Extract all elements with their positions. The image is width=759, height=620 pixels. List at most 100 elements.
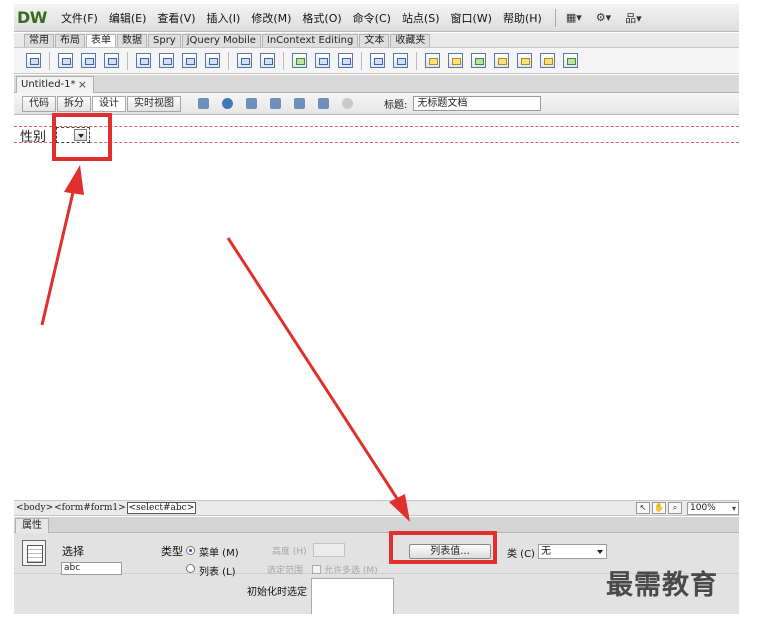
properties-header: 属性 xyxy=(14,517,739,533)
document-tab[interactable]: Untitled-1* × xyxy=(16,76,94,93)
type-list-radio[interactable] xyxy=(186,564,195,573)
selection-label: 选定范围 xyxy=(267,566,304,576)
annotation-highlight-list-values xyxy=(389,531,497,564)
title-label: 标题: xyxy=(384,100,408,111)
visual-aids-icon[interactable] xyxy=(316,97,334,111)
document-title-input[interactable]: 无标题文档 xyxy=(413,96,542,111)
toolbar-separator xyxy=(127,51,128,70)
tag-select[interactable]: <select#abc> xyxy=(126,502,197,514)
code-view-button[interactable]: 代码 xyxy=(22,95,56,112)
form-outline-top xyxy=(14,126,739,127)
zoom-icon[interactable]: ⌕ xyxy=(668,502,682,514)
document-tab-label: Untitled-1* xyxy=(21,79,76,90)
button-icon[interactable] xyxy=(338,53,353,68)
label-icon[interactable] xyxy=(370,53,385,68)
dreamweaver-window: DW 文件(F) 编辑(E) 查看(V) 插入(I) 修改(M) 格式(O) 命… xyxy=(14,4,739,614)
insert-tab-jquery-mobile[interactable]: jQuery Mobile xyxy=(181,34,261,47)
menu-modify[interactable]: 修改(M) xyxy=(251,10,291,26)
menu-format[interactable]: 格式(O) xyxy=(302,10,341,26)
jump-menu-icon[interactable] xyxy=(260,53,275,68)
allow-multiple-checkbox xyxy=(312,565,321,574)
type-menu-label: 菜单 (M) xyxy=(199,548,239,559)
gear-icon[interactable]: ⚙▾ xyxy=(596,11,611,24)
initial-selected-label: 初始化时选定 xyxy=(247,587,307,598)
checkbox-icon[interactable] xyxy=(136,53,151,68)
form-icon[interactable] xyxy=(26,53,41,68)
type-menu-radio[interactable] xyxy=(186,546,195,555)
menu-edit[interactable]: 编辑(E) xyxy=(109,10,147,26)
properties-tab[interactable]: 属性 xyxy=(15,518,49,533)
spry-select-icon[interactable] xyxy=(494,53,509,68)
insert-tab-spry[interactable]: Spry xyxy=(148,34,181,47)
textarea-icon[interactable] xyxy=(104,53,119,68)
hand-icon[interactable]: ✋ xyxy=(652,502,666,514)
design-view-button[interactable]: 设计 xyxy=(92,95,126,112)
site-icon[interactable]: 品▾ xyxy=(625,10,642,26)
allow-multiple-label: 允许多选 (M) xyxy=(324,566,378,576)
type-label: 类型 xyxy=(161,545,183,558)
insert-tab-common[interactable]: 常用 xyxy=(24,34,54,47)
menu-separator xyxy=(554,8,556,27)
file-management-icon[interactable] xyxy=(244,97,262,111)
height-label: 高度 (H) xyxy=(272,547,307,557)
preview-browser-icon[interactable] xyxy=(220,97,238,111)
class-select[interactable]: 无 xyxy=(538,544,607,559)
pointer-icon[interactable]: ↖ xyxy=(636,502,650,514)
form-outline-bottom xyxy=(14,142,739,143)
menu-view[interactable]: 查看(V) xyxy=(157,10,195,26)
layout-icon[interactable]: ▦▾ xyxy=(566,11,582,24)
document-tabs: Untitled-1* × xyxy=(14,75,739,93)
insert-tab-data[interactable]: 数据 xyxy=(117,34,147,47)
gender-label: 性别 xyxy=(20,130,47,145)
select-name-input[interactable]: abc xyxy=(61,562,122,575)
insert-panel-tabs: 常用 布局 表单 数据 Spry jQuery Mobile InContext… xyxy=(14,33,739,47)
live-view-button[interactable]: 实时视图 xyxy=(127,95,181,112)
insert-tab-incontext[interactable]: InContext Editing xyxy=(261,34,359,47)
spry-confirm-icon[interactable] xyxy=(540,53,555,68)
tag-form[interactable]: <form#form1> xyxy=(54,503,126,513)
menu-insert[interactable]: 插入(I) xyxy=(207,10,241,26)
refresh-icon[interactable] xyxy=(340,97,358,111)
insert-tab-layout[interactable]: 布局 xyxy=(55,34,85,47)
annotation-highlight-select xyxy=(52,113,112,161)
menu-file[interactable]: 文件(F) xyxy=(61,10,98,26)
image-field-icon[interactable] xyxy=(292,53,307,68)
split-view-button[interactable]: 拆分 xyxy=(57,95,91,112)
checkbox-group-icon[interactable] xyxy=(159,53,174,68)
text-field-icon[interactable] xyxy=(58,53,73,68)
fieldset-icon[interactable] xyxy=(393,53,408,68)
tag-body[interactable]: <body> xyxy=(16,503,53,513)
forms-insert-toolbar xyxy=(14,47,739,74)
menu-commands[interactable]: 命令(C) xyxy=(353,10,391,26)
select-list-icon[interactable] xyxy=(237,53,252,68)
insert-tab-text[interactable]: 文本 xyxy=(359,34,390,47)
file-field-icon[interactable] xyxy=(315,53,330,68)
browser-compatibility-icon[interactable] xyxy=(292,97,310,111)
spry-checkbox-icon[interactable] xyxy=(471,53,486,68)
toolbar-separator xyxy=(416,51,417,70)
tag-selector-bar: <body> <form#form1> <select#abc> ↖ ✋ ⌕ 1… xyxy=(14,500,739,516)
spry-text-field-icon[interactable] xyxy=(425,53,440,68)
menu-window[interactable]: 窗口(W) xyxy=(451,10,492,26)
select-label: 选择 xyxy=(62,545,84,558)
spry-radio-group-icon[interactable] xyxy=(563,53,578,68)
menu-help[interactable]: 帮助(H) xyxy=(503,10,542,26)
radio-group-icon[interactable] xyxy=(205,53,220,68)
radio-button-icon[interactable] xyxy=(182,53,197,68)
type-list-label: 列表 (L) xyxy=(199,567,236,578)
watermark-text: 最需教育 xyxy=(606,570,718,601)
zoom-select[interactable]: 100% xyxy=(687,501,739,515)
multiscreen-icon[interactable] xyxy=(196,97,214,111)
initial-selected-list[interactable] xyxy=(311,578,394,614)
height-input xyxy=(313,543,345,557)
hidden-field-icon[interactable] xyxy=(81,53,96,68)
design-canvas[interactable]: 性别 xyxy=(14,116,739,500)
status-tools: ↖ ✋ ⌕ 100% xyxy=(636,501,739,515)
insert-tab-favorites[interactable]: 收藏夹 xyxy=(390,34,431,47)
insert-tab-forms[interactable]: 表单 xyxy=(86,34,116,47)
menu-site[interactable]: 站点(S) xyxy=(402,10,440,26)
spry-password-icon[interactable] xyxy=(517,53,532,68)
close-icon[interactable]: × xyxy=(78,77,87,93)
spry-textarea-icon[interactable] xyxy=(448,53,463,68)
w3c-validation-icon[interactable] xyxy=(268,97,286,111)
